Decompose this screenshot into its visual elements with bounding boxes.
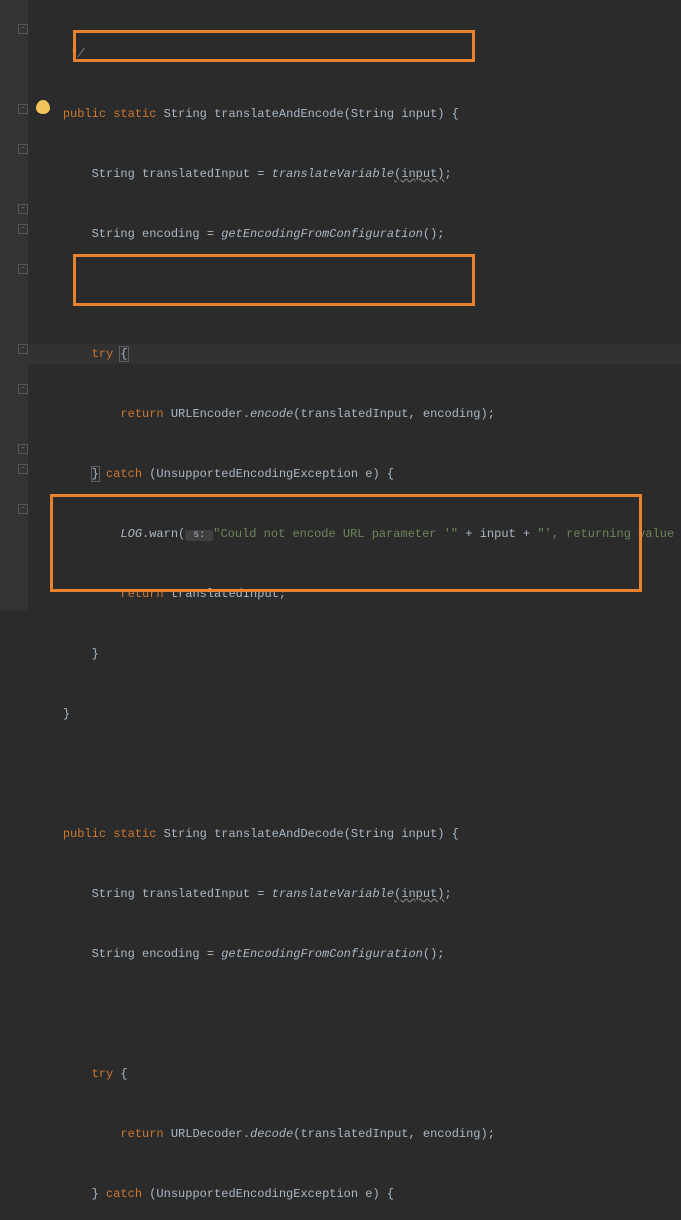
code-text: } bbox=[92, 1187, 106, 1201]
string: "', returning value un-e bbox=[537, 527, 681, 541]
code-text: (); bbox=[423, 947, 445, 961]
code-text: public static bbox=[63, 107, 164, 121]
code-text: URLEncoder. bbox=[171, 407, 250, 421]
param-hint: s: bbox=[185, 530, 213, 541]
fold-toggle[interactable]: - bbox=[18, 104, 28, 114]
brace: { bbox=[120, 1067, 127, 1081]
brace: } bbox=[92, 647, 99, 661]
code-text: ; bbox=[444, 167, 451, 181]
fold-toggle[interactable]: - bbox=[18, 204, 28, 214]
code-text: String translatedInput = bbox=[92, 167, 272, 181]
code-text: (translatedInput, encoding); bbox=[293, 407, 495, 421]
brace: } bbox=[92, 467, 99, 481]
keyword: try bbox=[92, 1067, 121, 1081]
keyword: return bbox=[120, 587, 170, 601]
keyword: catch bbox=[106, 1187, 149, 1201]
method-name: translateAndDecode bbox=[214, 827, 344, 841]
method-call: getEncodingFromConfiguration bbox=[221, 947, 423, 961]
code-text: String bbox=[164, 827, 214, 841]
code-text: String translatedInput = bbox=[92, 887, 272, 901]
fold-toggle[interactable]: - bbox=[18, 264, 28, 274]
fold-toggle[interactable]: - bbox=[18, 224, 28, 234]
fold-toggle[interactable]: - bbox=[18, 384, 28, 394]
field: LOG bbox=[120, 527, 142, 541]
fold-toggle[interactable]: - bbox=[18, 24, 28, 34]
keyword: catch bbox=[99, 467, 149, 481]
code-text: (input) bbox=[394, 887, 444, 901]
code-text: URLDecoder. bbox=[171, 1127, 250, 1141]
code-text: translatedInput; bbox=[171, 587, 286, 601]
method-call: encode bbox=[250, 407, 293, 421]
method-call: getEncodingFromConfiguration bbox=[221, 227, 423, 241]
method-call: translateVariable bbox=[272, 167, 394, 181]
fold-toggle[interactable]: - bbox=[18, 144, 28, 154]
fold-toggle[interactable]: - bbox=[18, 504, 28, 514]
fold-toggle[interactable]: - bbox=[18, 344, 28, 354]
fold-toggle[interactable]: - bbox=[18, 464, 28, 474]
code-text: (String input) { bbox=[344, 827, 459, 841]
string: "Could not encode URL parameter '" bbox=[213, 527, 458, 541]
code-text: String bbox=[164, 107, 214, 121]
code-text: String encoding = bbox=[92, 227, 222, 241]
code-text: (String input) { bbox=[344, 107, 459, 121]
method-call: decode bbox=[250, 1127, 293, 1141]
code-editor[interactable]: - - - - - - - - - - - */ public static S… bbox=[0, 0, 681, 610]
keyword: return bbox=[120, 407, 170, 421]
method-call: translateVariable bbox=[272, 887, 394, 901]
code-text: (UnsupportedEncodingException e) { bbox=[149, 467, 394, 481]
fold-toggle[interactable]: - bbox=[18, 444, 28, 454]
code-text: */ bbox=[34, 47, 84, 61]
code-text: .warn( bbox=[142, 527, 185, 541]
code-text: (); bbox=[423, 227, 445, 241]
code-text: + input + bbox=[458, 527, 537, 541]
method-name: translateAndEncode bbox=[214, 107, 344, 121]
code-text: (UnsupportedEncodingException e) { bbox=[149, 1187, 394, 1201]
code-area[interactable]: */ public static String translateAndEnco… bbox=[28, 0, 681, 610]
keyword: return bbox=[120, 1127, 170, 1141]
gutter: - - - - - - - - - - - bbox=[0, 0, 28, 610]
brace: { bbox=[120, 347, 127, 361]
brace: } bbox=[63, 707, 70, 721]
code-text: (translatedInput, encoding); bbox=[293, 1127, 495, 1141]
code-text: public static bbox=[63, 827, 164, 841]
code-text: String encoding = bbox=[92, 947, 222, 961]
keyword: try bbox=[92, 347, 121, 361]
code-text: (input) bbox=[394, 167, 444, 181]
code-text: ; bbox=[444, 887, 451, 901]
